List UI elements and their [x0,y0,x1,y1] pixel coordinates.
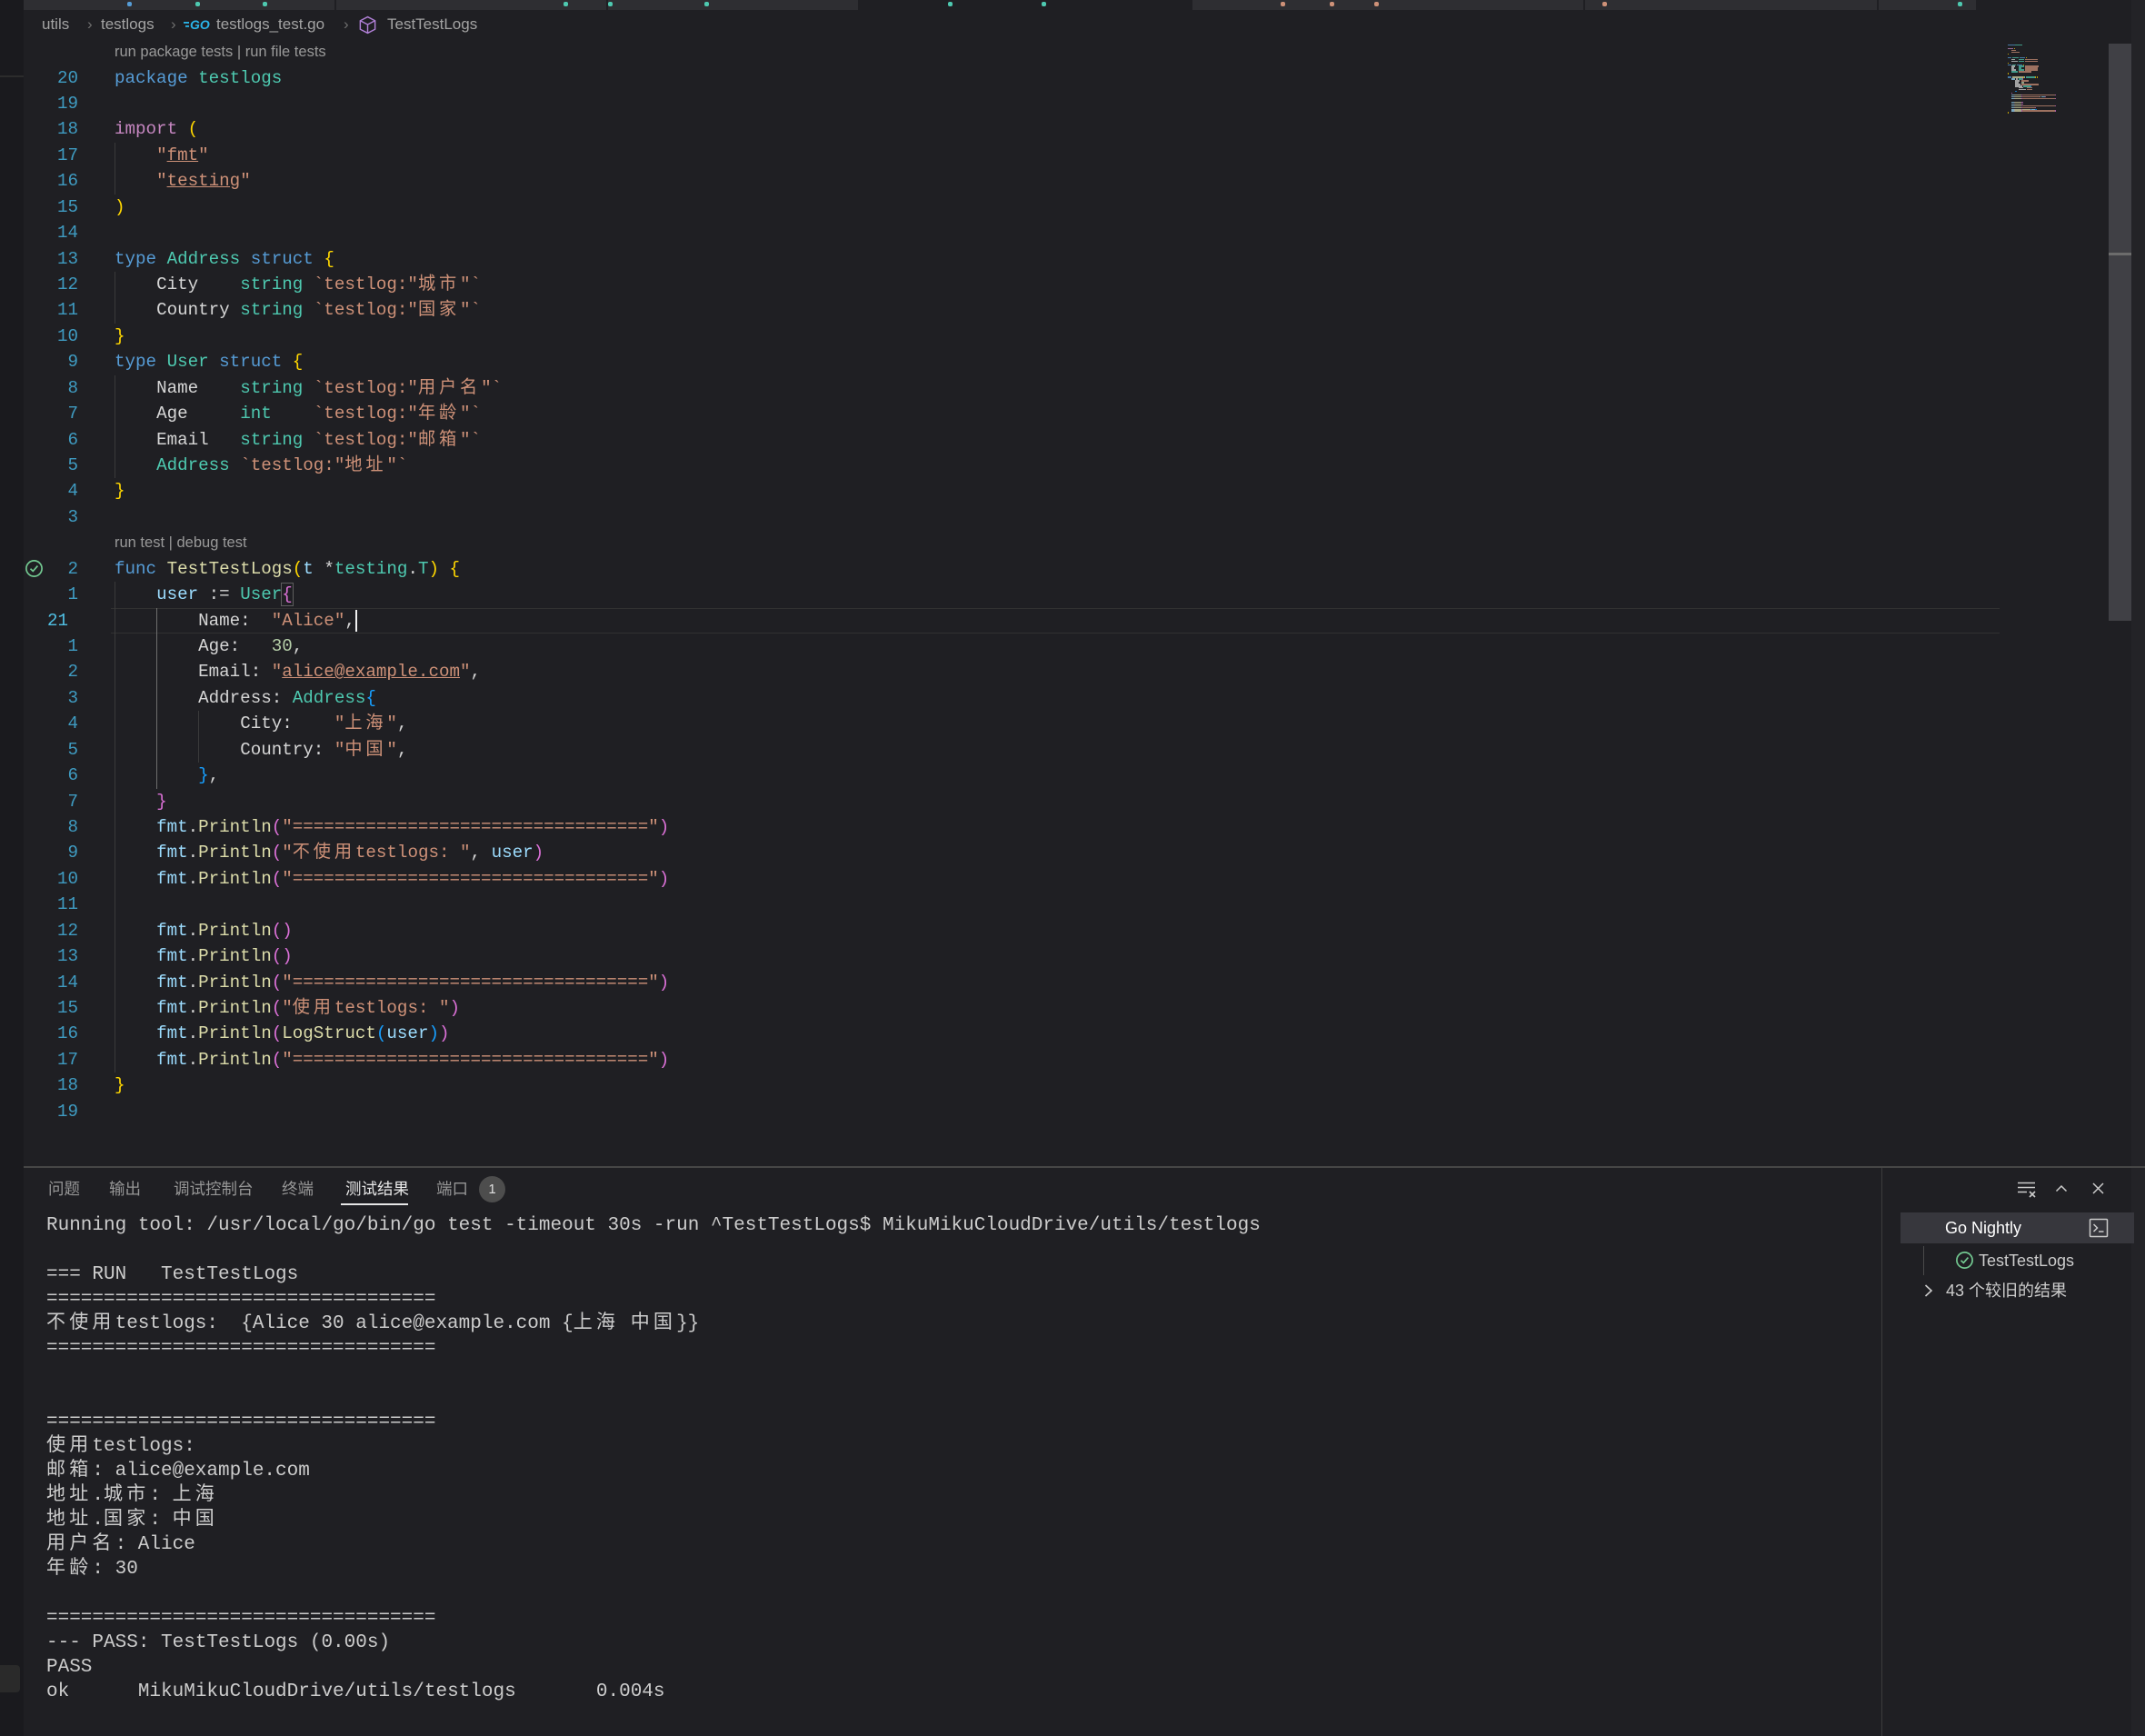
svg-text:GO: GO [190,17,210,32]
